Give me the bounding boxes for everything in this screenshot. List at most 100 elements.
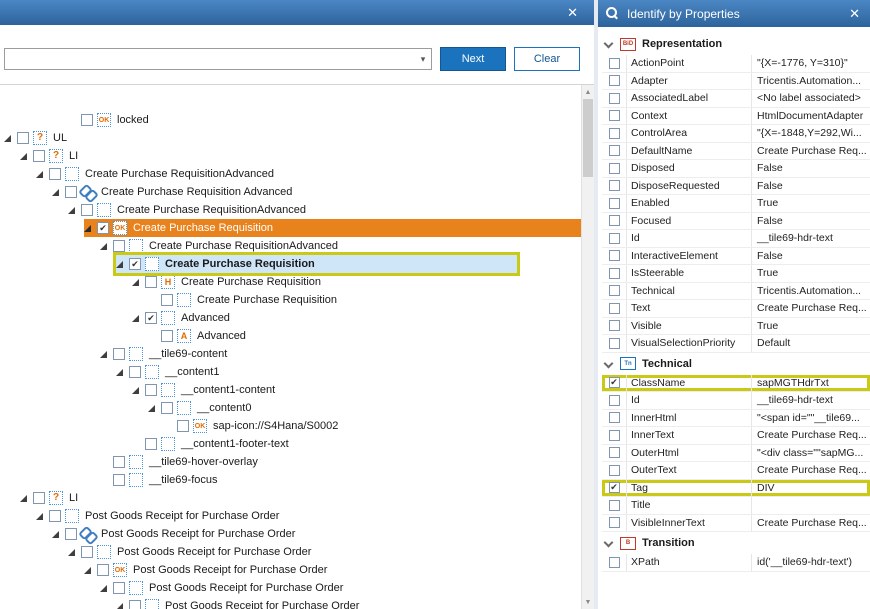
node-label[interactable]: __content1-content	[179, 384, 277, 396]
expand-arrow-icon[interactable]	[132, 386, 145, 394]
expand-arrow-icon[interactable]	[100, 584, 113, 592]
property-checkbox[interactable]: ✔	[608, 377, 620, 389]
node-checkbox[interactable]	[113, 582, 125, 594]
node-label[interactable]: Create Purchase Requisition	[131, 222, 275, 234]
property-value[interactable]: Tricentis.Automation...	[752, 73, 870, 90]
property-checkbox[interactable]	[608, 250, 620, 262]
node-label[interactable]: __tile69-hover-overlay	[147, 456, 260, 468]
clear-button[interactable]: Clear	[514, 47, 580, 71]
property-value[interactable]: sapMGTHdrTxt	[752, 375, 870, 392]
tree-node[interactable]: __content1	[116, 363, 227, 381]
property-checkbox[interactable]	[608, 429, 620, 441]
property-checkbox[interactable]	[608, 180, 620, 192]
tree-row[interactable]: __content1-content	[0, 381, 581, 399]
tree-node[interactable]: __content1-content	[132, 381, 283, 399]
property-row[interactable]: Disposed False	[602, 160, 870, 178]
property-row[interactable]: Id __tile69-hdr-text	[602, 230, 870, 248]
section-header[interactable]: BiD Representation	[602, 33, 870, 55]
property-row[interactable]: Technical Tricentis.Automation...	[602, 282, 870, 300]
combo-dropdown-icon[interactable]: ▾	[415, 54, 431, 65]
node-checkbox[interactable]	[145, 438, 157, 450]
tree-node[interactable]: Create Purchase RequisitionAdvanced	[68, 201, 314, 219]
property-row[interactable]: Adapter Tricentis.Automation...	[602, 72, 870, 90]
expand-arrow-icon[interactable]	[84, 224, 97, 232]
tree-row[interactable]: H Create Purchase Requisition	[0, 273, 581, 291]
expand-arrow-icon[interactable]	[52, 188, 65, 196]
tree-node[interactable]: Create Purchase RequisitionAdvanced	[36, 165, 282, 183]
property-checkbox[interactable]	[608, 320, 620, 332]
scroll-up-icon[interactable]: ▲	[582, 85, 594, 99]
property-checkbox[interactable]	[608, 145, 620, 157]
node-label[interactable]: __tile69-focus	[147, 474, 220, 486]
node-checkbox[interactable]	[81, 114, 93, 126]
node-label[interactable]: __content1	[163, 366, 221, 378]
search-input[interactable]	[5, 49, 415, 69]
property-value[interactable]: "{X=-1776, Y=310}"	[752, 55, 870, 72]
property-value[interactable]: Create Purchase Req...	[752, 462, 870, 479]
node-label[interactable]: Post Goods Receipt for Purchase Order	[163, 600, 361, 609]
property-row[interactable]: InteractiveElement False	[602, 247, 870, 265]
node-checkbox[interactable]	[17, 132, 29, 144]
node-label[interactable]: LI	[67, 492, 80, 504]
expand-arrow-icon[interactable]	[68, 548, 81, 556]
property-checkbox[interactable]	[608, 92, 620, 104]
node-checkbox[interactable]	[33, 492, 45, 504]
node-label[interactable]: Post Goods Receipt for Purchase Order	[99, 528, 297, 540]
node-checkbox[interactable]	[129, 600, 141, 609]
property-value[interactable]: "{X=-1848,Y=292,Wi...	[752, 125, 870, 142]
tree-node[interactable]: Post Goods Receipt for Purchase Order	[68, 543, 319, 561]
property-value[interactable]: "<span id=""__tile69...	[752, 410, 870, 427]
tree-row[interactable]: ✔ Advanced	[0, 309, 581, 327]
property-checkbox[interactable]	[608, 337, 620, 349]
section-header[interactable]: Tn Technical	[602, 353, 870, 375]
property-checkbox[interactable]: ✔	[608, 482, 620, 494]
property-checkbox[interactable]	[608, 232, 620, 244]
tree-row[interactable]: ✔ OK Create Purchase Requisition	[0, 219, 581, 237]
scroll-down-icon[interactable]: ▼	[582, 595, 594, 609]
tree-row[interactable]: __tile69-content	[0, 345, 581, 363]
property-value[interactable]: __tile69-hdr-text	[752, 392, 870, 409]
vertical-scrollbar[interactable]: ▲ ▼	[581, 85, 594, 609]
node-checkbox[interactable]	[65, 528, 77, 540]
chevron-down-icon[interactable]	[604, 538, 614, 548]
property-row[interactable]: AssociatedLabel <No label associated>	[602, 90, 870, 108]
property-value[interactable]: Tricentis.Automation...	[752, 283, 870, 300]
property-checkbox[interactable]	[608, 57, 620, 69]
property-value[interactable]: Create Purchase Req...	[752, 427, 870, 444]
tree-row[interactable]: A Advanced	[0, 327, 581, 345]
tree-node[interactable]: ✔ Create Purchase Requisition	[116, 255, 517, 273]
node-checkbox[interactable]	[161, 402, 173, 414]
tree-node[interactable]: __content1-footer-text	[132, 435, 297, 453]
tree-row[interactable]: OK locked	[0, 111, 581, 129]
tree-row[interactable]: ? UL	[0, 129, 581, 147]
property-checkbox[interactable]	[608, 127, 620, 139]
node-label[interactable]: sap-icon://S4Hana/S0002	[211, 420, 340, 432]
property-row[interactable]: IsSteerable True	[602, 265, 870, 283]
node-label[interactable]: __content0	[195, 402, 253, 414]
property-row[interactable]: VisibleInnerText Create Purchase Req...	[602, 514, 870, 532]
tree-row[interactable]: __tile69-focus	[0, 471, 581, 489]
expand-arrow-icon[interactable]	[20, 494, 33, 502]
close-icon[interactable]: ✕	[567, 6, 578, 19]
property-value[interactable]: False	[752, 248, 870, 265]
node-checkbox[interactable]	[129, 366, 141, 378]
property-row[interactable]: Focused False	[602, 212, 870, 230]
tree-row[interactable]: Create Purchase RequisitionAdvanced	[0, 237, 581, 255]
property-value[interactable]: False	[752, 178, 870, 195]
expand-arrow-icon[interactable]	[116, 260, 129, 268]
property-row[interactable]: Context HtmlDocumentAdapter	[602, 107, 870, 125]
property-value[interactable]: True	[752, 318, 870, 335]
chevron-down-icon[interactable]	[604, 39, 614, 49]
tree-node[interactable]: ? LI	[20, 489, 86, 507]
tree-row[interactable]: Post Goods Receipt for Purchase Order	[0, 579, 581, 597]
node-checkbox[interactable]	[97, 564, 109, 576]
node-label[interactable]: Create Purchase RequisitionAdvanced	[83, 168, 276, 180]
property-row[interactable]: Enabled True	[602, 195, 870, 213]
property-checkbox[interactable]	[608, 412, 620, 424]
expand-arrow-icon[interactable]	[100, 242, 113, 250]
section-header[interactable]: B Transition	[602, 532, 870, 554]
property-row[interactable]: ActionPoint "{X=-1776, Y=310}"	[602, 55, 870, 73]
tree-node[interactable]: Create Purchase RequisitionAdvanced	[100, 237, 346, 255]
expand-arrow-icon[interactable]	[100, 350, 113, 358]
property-value[interactable]: Create Purchase Req...	[752, 300, 870, 317]
